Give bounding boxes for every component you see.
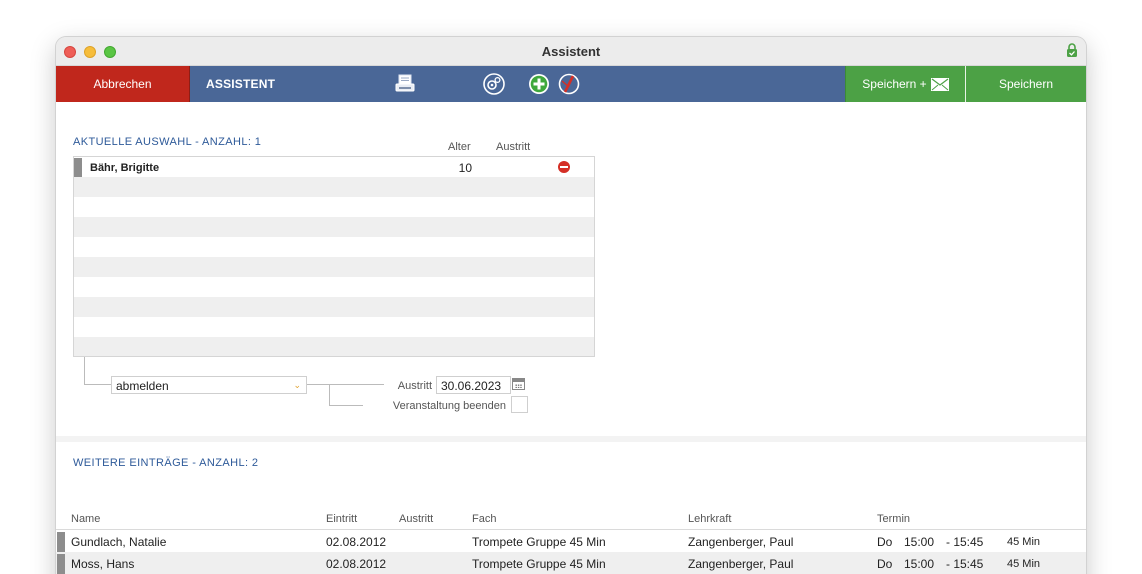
end-event-label: Veranstaltung beenden xyxy=(392,400,506,412)
entry-duration: 45 Min xyxy=(1007,536,1041,548)
end-event-checkbox[interactable] xyxy=(511,396,528,413)
entry-duration: 45 Min xyxy=(1007,558,1041,570)
entry-day: Do xyxy=(877,535,893,549)
entry-teacher: Zangenberger, Paul xyxy=(688,535,794,549)
remove-icon[interactable] xyxy=(558,161,570,173)
action-select-value: abmelden xyxy=(116,379,169,393)
settings-gear-icon[interactable] xyxy=(482,72,506,96)
selection-table: Bähr, Brigitte 10 xyxy=(73,156,595,357)
empty-row xyxy=(74,197,594,217)
entry-teacher: Zangenberger, Paul xyxy=(688,557,794,571)
table-row[interactable]: Bähr, Brigitte 10 xyxy=(74,157,594,177)
lock-icon xyxy=(1067,43,1077,57)
row-marker xyxy=(57,554,65,574)
empty-row xyxy=(74,337,594,356)
column-header-appointment: Termin xyxy=(877,513,911,525)
more-entries-title: WEITERE EINTRÄGE - ANZAHL: 2 xyxy=(73,457,259,469)
column-header-exit: Austritt xyxy=(496,141,531,153)
window-title: Assistent xyxy=(541,44,601,59)
mail-icon xyxy=(930,77,949,91)
column-header-exit: Austritt xyxy=(399,513,434,525)
save-and-mail-button[interactable]: Speichern + xyxy=(845,66,965,102)
empty-row xyxy=(74,277,594,297)
assistant-window: Assistent Abbrechen ASSISTENT Speichern … xyxy=(56,37,1086,574)
empty-row xyxy=(74,217,594,237)
entry-subject: Trompete Gruppe 45 Min xyxy=(472,535,606,549)
save-and-mail-label: Speichern + xyxy=(862,77,927,91)
entry-start-time: 15:00 xyxy=(904,557,935,571)
column-header-entry: Eintritt xyxy=(326,513,358,525)
column-header-name: Name xyxy=(71,513,101,525)
chevron-down-icon: ⌄ xyxy=(293,380,301,390)
toolbar-title: ASSISTENT xyxy=(206,77,276,91)
delete-icon[interactable] xyxy=(557,72,581,96)
entry-day: Do xyxy=(877,557,893,571)
title-bar: Assistent xyxy=(56,37,1086,66)
entry-date: 02.08.2012 xyxy=(326,557,387,571)
row-marker xyxy=(74,158,82,177)
table-row[interactable]: Moss, Hans 02.08.2012 Trompete Gruppe 45… xyxy=(56,552,1086,574)
exit-date-field[interactable]: 30.06.2023 xyxy=(436,376,511,394)
more-entries-panel: WEITERE EINTRÄGE - ANZAHL: 2 Name Eintri… xyxy=(56,442,1086,574)
connector-line xyxy=(84,357,111,385)
add-icon[interactable] xyxy=(527,72,551,96)
row-marker xyxy=(57,532,65,552)
person-name: Bähr, Brigitte xyxy=(90,162,160,174)
calendar-icon[interactable] xyxy=(512,378,525,390)
empty-row xyxy=(74,177,594,197)
entry-subject: Trompete Gruppe 45 Min xyxy=(472,557,606,571)
entry-end-time: - 15:45 xyxy=(946,535,984,549)
empty-row xyxy=(74,257,594,277)
current-selection-panel: AKTUELLE AUSWAHL - ANZAHL: 1 Alter Austr… xyxy=(56,102,1086,436)
empty-row xyxy=(74,237,594,257)
column-header-age: Alter xyxy=(448,141,471,153)
entry-name: Gundlach, Natalie xyxy=(71,535,167,549)
cancel-button[interactable]: Abbrechen xyxy=(56,66,190,102)
entry-end-time: - 15:45 xyxy=(946,557,984,571)
printer-icon[interactable] xyxy=(393,72,417,96)
column-header-teacher: Lehrkraft xyxy=(688,513,732,525)
toolbar: Abbrechen ASSISTENT Speichern + Speicher… xyxy=(56,66,1086,102)
entry-date: 02.08.2012 xyxy=(326,535,387,549)
empty-row xyxy=(74,317,594,337)
current-selection-title: AKTUELLE AUSWAHL - ANZAHL: 1 xyxy=(73,136,262,148)
entry-name: Moss, Hans xyxy=(71,557,135,571)
empty-row xyxy=(74,297,594,317)
exit-date-label: Austritt xyxy=(397,380,432,392)
action-select[interactable]: abmelden ⌄ xyxy=(111,376,307,394)
save-button[interactable]: Speichern xyxy=(965,66,1086,102)
column-header-subject: Fach xyxy=(472,513,497,525)
entry-start-time: 15:00 xyxy=(904,535,935,549)
person-age: 10 xyxy=(458,161,472,175)
table-row[interactable]: Gundlach, Natalie 02.08.2012 Trompete Gr… xyxy=(56,530,1086,552)
